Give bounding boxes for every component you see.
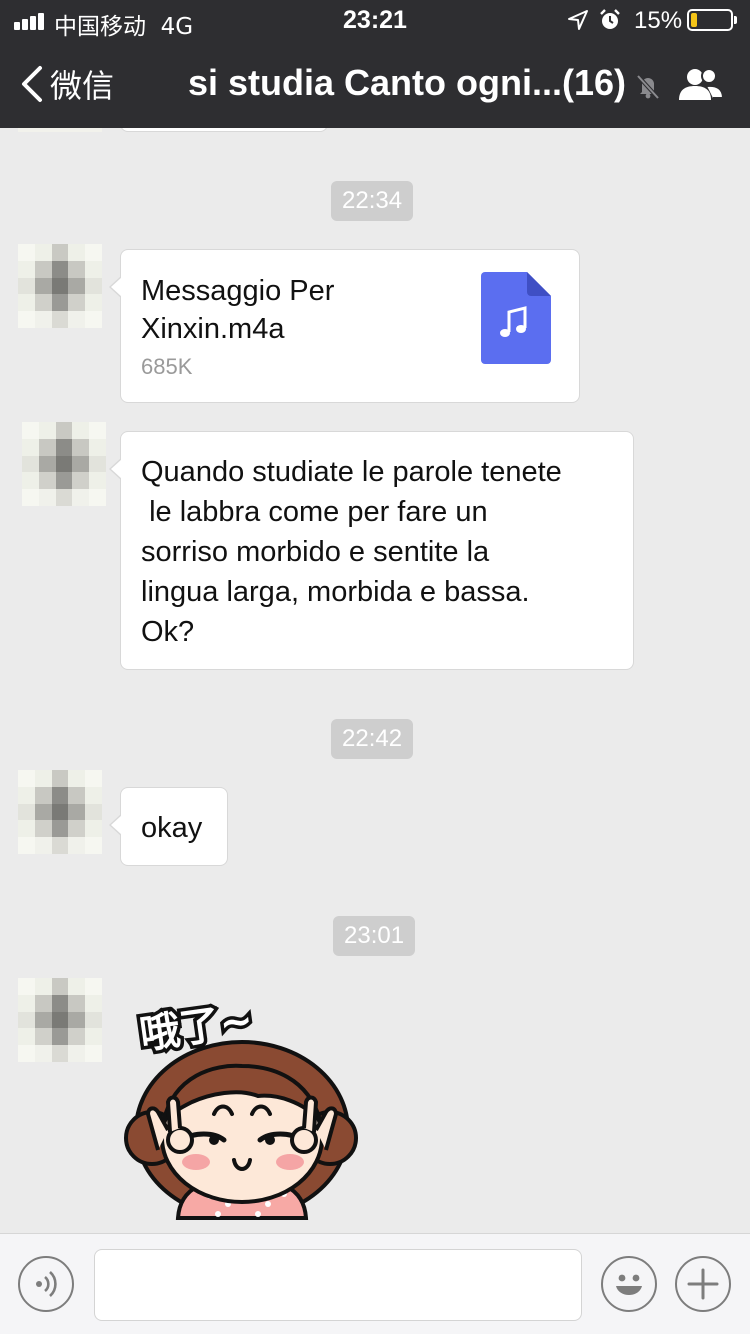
chat-area[interactable]: 22:34 Messaggio Per Xinxin.m4a 685K Quan…	[0, 128, 750, 1233]
alarm-clock-icon	[600, 9, 620, 29]
music-file-icon	[481, 272, 551, 364]
avatar[interactable]	[22, 422, 106, 506]
battery-percent: 15%	[634, 7, 683, 34]
location-arrow-icon	[568, 10, 588, 30]
timestamp-badge: 23:01	[333, 916, 416, 956]
mute-bell-icon	[636, 74, 660, 100]
text-message-bubble[interactable]: okay	[109, 787, 228, 866]
battery-icon	[687, 9, 737, 31]
back-button[interactable]: 微信	[18, 60, 114, 108]
file-name: Messaggio Per Xinxin.m4a	[141, 275, 335, 345]
input-bar	[0, 1233, 750, 1334]
chat-title: si studia Canto ogni...(16)	[188, 62, 627, 103]
message-text: okay	[141, 812, 203, 844]
group-members-icon[interactable]	[677, 66, 725, 104]
nav-bar: 微信 si studia Canto ogni...(16)	[0, 40, 750, 128]
avatar[interactable]	[18, 978, 102, 1062]
message-bubble-partial[interactable]	[120, 128, 328, 132]
battery-level-fill	[691, 13, 697, 27]
timestamp-badge: 22:34	[331, 181, 414, 221]
plus-button[interactable]	[675, 1256, 731, 1312]
voice-button[interactable]	[18, 1256, 74, 1312]
emoji-button[interactable]	[601, 1256, 657, 1312]
status-bar: 中国移动 4G 23:21 15%	[0, 0, 750, 40]
file-size: 685K	[141, 354, 193, 379]
back-label: 微信	[50, 67, 115, 105]
back-chevron-icon	[22, 66, 42, 102]
top-bar: 中国移动 4G 23:21 15% 微信 si studia Canto ogn…	[0, 0, 750, 128]
voice-icon	[36, 1271, 57, 1297]
sticker-girl-ok[interactable]: 哦了~	[118, 990, 366, 1220]
avatar[interactable]	[18, 770, 102, 854]
emoji-icon	[616, 1274, 642, 1295]
file-message-bubble[interactable]: Messaggio Per Xinxin.m4a 685K	[109, 249, 580, 403]
avatar[interactable]	[18, 244, 102, 328]
avatar[interactable]	[18, 128, 102, 132]
plus-icon	[687, 1268, 719, 1300]
message-input[interactable]	[94, 1249, 582, 1321]
timestamp-badge: 22:42	[331, 719, 414, 759]
message-text: Quando studiate le parole tenete le labb…	[141, 456, 562, 648]
text-message-bubble[interactable]: Quando studiate le parole tenete le labb…	[109, 431, 634, 670]
